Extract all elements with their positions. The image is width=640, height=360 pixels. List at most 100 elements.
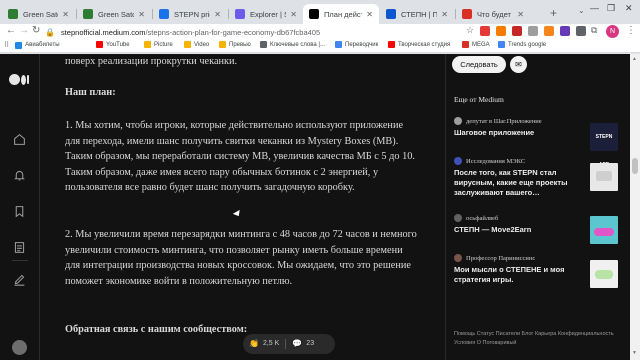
profile-avatar[interactable]: N <box>606 25 619 38</box>
close-tab-icon[interactable]: ✕ <box>366 10 373 19</box>
left-nav-rail <box>0 54 40 360</box>
bookmark-translator[interactable]: Переводчик <box>335 41 378 48</box>
browser-toolbar: ← → ↻ 🔒 stepnofficial.medium.com/stepns-… <box>0 24 640 40</box>
folder-icon <box>184 41 191 48</box>
medium-logo[interactable] <box>9 74 29 85</box>
minimize-icon[interactable]: — <box>590 3 599 13</box>
comments-button[interactable]: 💬 23 <box>286 336 320 352</box>
tab-medium-active[interactable]: План действ… ✕ <box>303 4 379 24</box>
close-tab-icon[interactable]: ✕ <box>517 10 524 19</box>
extension-icon[interactable] <box>480 26 490 36</box>
scroll-up-icon[interactable]: ▲ <box>632 56 637 62</box>
story-author: депутат в Шаг.Приложение <box>466 117 542 125</box>
extension-icon[interactable] <box>560 26 570 36</box>
tab-strip: Green Satoshi ✕ Green Satoshi ✕ STEPN pr… <box>0 0 640 24</box>
vk-favicon-icon <box>386 9 396 19</box>
sidebar-footer-links[interactable]: Помощь Статус Писатели Блог Карьера Конф… <box>454 330 614 348</box>
scroll-down-icon[interactable]: ▼ <box>632 350 637 356</box>
extension-icon[interactable] <box>528 26 538 36</box>
tab-stepn-price[interactable]: STEPN price to ✕ <box>153 4 227 24</box>
notifications-bell-icon[interactable] <box>13 169 26 182</box>
tab-stepn-vk[interactable]: СТЕПН | Публ… ✕ <box>380 4 454 24</box>
follow-button[interactable]: Следовать <box>452 56 506 73</box>
rail-divider <box>12 260 28 261</box>
close-tab-icon[interactable]: ✕ <box>62 10 69 19</box>
bookmark-label: Переводчик <box>345 41 379 48</box>
author-avatar <box>454 254 462 262</box>
tab-what-next[interactable]: Что будет со… ✕ <box>456 4 530 24</box>
extensions-puzzle-icon[interactable]: ⧉ <box>591 25 597 36</box>
bookmark-studio[interactable]: Творческая студия <box>388 41 450 48</box>
author-avatar <box>454 214 462 222</box>
user-avatar[interactable] <box>12 340 27 355</box>
tab-title: СТЕПН | Публ… <box>401 9 438 19</box>
bookmark-star-icon[interactable]: ☆ <box>466 25 474 36</box>
forward-arrow-icon[interactable]: → <box>19 25 29 36</box>
extension-icon[interactable] <box>496 26 506 36</box>
close-tab-icon[interactable]: ✕ <box>214 10 221 19</box>
story-title: Шаговое приложение <box>454 128 535 137</box>
bookmark-preview[interactable]: Превью <box>219 41 251 48</box>
reload-icon[interactable]: ↻ <box>32 25 40 36</box>
sidebar-story[interactable]: депутат в Шаг.Приложение Шаговое приложе… <box>454 117 624 168</box>
tab-title: Explorer | Solr <box>250 9 286 19</box>
bookmark-label: Превью <box>229 41 251 48</box>
browser-menu-icon[interactable]: ⋮ <box>626 25 636 36</box>
metamask-icon[interactable] <box>544 26 554 36</box>
bookmark-picture[interactable]: Picture <box>144 41 173 48</box>
folder-icon <box>219 41 226 48</box>
bookmark-favicon-icon <box>15 41 23 49</box>
tab-title: Что будет со… <box>477 9 513 19</box>
extension-icon[interactable] <box>576 26 586 36</box>
story-title: СТЕПН — Move2Earn <box>454 225 532 234</box>
clap-hands-icon: 👏 <box>249 339 259 349</box>
sidebar-story[interactable]: Исследования МЭКС После того, как STEPN … <box>454 157 624 198</box>
close-tab-icon[interactable]: ✕ <box>441 10 448 19</box>
bookmark-keywords[interactable]: Ключевые слова |… <box>260 41 326 48</box>
close-tab-icon[interactable]: ✕ <box>290 10 297 19</box>
close-tab-icon[interactable]: ✕ <box>138 10 145 19</box>
article-text-line: поверх реализации прокрутки чеканки. <box>65 56 238 67</box>
lock-icon: 🔒 <box>45 27 55 37</box>
subscribe-email-icon[interactable]: ✉ <box>510 56 527 73</box>
bookmark-label: Video <box>194 41 210 48</box>
tab-title: STEPN price to <box>174 9 210 19</box>
extension-icon[interactable] <box>512 26 522 36</box>
back-arrow-icon[interactable]: ← <box>6 25 16 36</box>
tab-search-icon[interactable]: ⌄ <box>578 6 585 15</box>
story-thumbnail: STEPN APP <box>590 123 618 168</box>
sidebar-story[interactable]: осьфайлвеб СТЕПН — Move2Earn <box>454 214 624 244</box>
write-pencil-icon[interactable] <box>13 273 26 286</box>
home-icon[interactable] <box>13 133 26 146</box>
tab-title: План действ… <box>324 9 362 19</box>
tab-title: Green Satoshi <box>23 9 58 19</box>
scrollbar-thumb[interactable] <box>632 158 638 174</box>
story-title: После того, как STEPN стал вирусным, как… <box>454 168 568 197</box>
bookmark-mega[interactable]: MEGA <box>462 41 490 48</box>
new-tab-icon[interactable]: + <box>550 6 557 20</box>
stories-document-icon[interactable] <box>13 241 26 254</box>
page-scrollbar[interactable]: ▲ ▼ <box>630 54 640 360</box>
feedback-heading: Обратная связь с нашим сообществом: <box>65 324 248 335</box>
bookmark-trends[interactable]: Trends google <box>498 41 546 48</box>
sidebar-story[interactable]: Профессор Париниссинс Мои мысли о СТЕПЕН… <box>454 254 624 288</box>
bookmark-youtube[interactable]: YouTube <box>96 41 130 48</box>
address-bar[interactable]: 🔒 stepnofficial.medium.com/stepns-action… <box>45 25 440 39</box>
close-window-icon[interactable]: ✕ <box>625 3 633 14</box>
youtube-icon <box>96 41 103 48</box>
trends-icon <box>498 41 505 48</box>
tab-green-satoshi-2[interactable]: Green Satoshi ✕ <box>77 4 151 24</box>
bookmark-video[interactable]: Video <box>184 41 209 48</box>
bookmark-label: Trends google <box>508 41 547 48</box>
tab-explorer-solana[interactable]: Explorer | Solr ✕ <box>229 4 303 24</box>
comment-bubble-icon: 💬 <box>292 339 303 349</box>
maximize-icon[interactable]: ❐ <box>607 3 615 14</box>
tab-green-satoshi-1[interactable]: Green Satoshi ✕ <box>2 4 75 24</box>
bookmark-apps[interactable]: ⠿ Авиабилеты <box>4 41 60 49</box>
story-thumbnail <box>590 216 618 244</box>
lists-bookmark-icon[interactable] <box>13 205 26 218</box>
clap-button[interactable]: 👏 2,5 K <box>243 336 285 352</box>
apps-grid-icon: ⠿ <box>4 42 10 49</box>
coingecko-favicon-icon <box>159 9 169 19</box>
translate-icon <box>335 41 342 48</box>
